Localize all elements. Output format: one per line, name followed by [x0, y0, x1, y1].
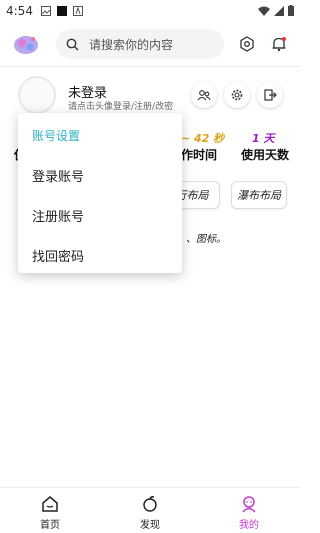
app-notification-icon: [72, 6, 83, 16]
users-icon: [197, 90, 211, 101]
gear-button[interactable]: [224, 82, 250, 108]
menu-item-recover-password[interactable]: 找回密码: [32, 246, 84, 265]
nav-mine[interactable]: 我的: [219, 494, 279, 531]
waterfall-layout-button[interactable]: 瀑布布局: [231, 181, 287, 209]
nav-home[interactable]: 首页: [20, 494, 80, 531]
description-text: 、图标。: [186, 234, 226, 245]
stat-label-operation-time: 作时间: [181, 148, 218, 162]
gallery-icon: [40, 6, 51, 16]
status-bar: 4:54: [0, 0, 300, 22]
search-icon: [66, 38, 79, 50]
logout-button[interactable]: [257, 82, 283, 108]
profile-icon: [242, 496, 256, 513]
gear-icon: [231, 89, 243, 101]
stat-value-text: 42 秒: [194, 132, 225, 145]
bottom-nav: 首页 发现 我的: [0, 487, 300, 533]
notification-button[interactable]: [269, 34, 289, 54]
top-bar: 请搜索你的内容: [0, 26, 300, 62]
nav-home-label: 首页: [40, 520, 60, 531]
account-settings-menu: 账号设置 登录账号 注册账号 找回密码: [18, 113, 182, 273]
stat-value-operation-time: ~ 42 秒: [181, 132, 225, 145]
square-notification-icon: [56, 6, 67, 16]
nav-mine-label: 我的: [239, 520, 259, 531]
avatar[interactable]: [18, 76, 56, 114]
app-logo-icon[interactable]: [12, 30, 40, 58]
login-hint: 请点击头像登录/注册/改密: [68, 102, 174, 112]
header-divider: [0, 66, 300, 67]
settings-button[interactable]: [237, 34, 257, 54]
hexagon-settings-icon: [240, 36, 254, 52]
home-icon: [42, 496, 58, 512]
stat-value-usage-days: 1 天: [252, 132, 275, 145]
stat-label-usage-days: 使用天数: [241, 148, 290, 162]
status-time: 4:54: [6, 4, 33, 18]
nav-discover-label: 发现: [140, 520, 160, 531]
friends-button[interactable]: [191, 82, 217, 108]
menu-item-register[interactable]: 注册账号: [32, 206, 84, 225]
search-placeholder: 请搜索你的内容: [89, 37, 174, 52]
wifi-icon: [258, 6, 270, 16]
bell-icon: [272, 37, 286, 52]
discover-icon: [143, 496, 157, 512]
menu-item-login[interactable]: 登录账号: [32, 166, 84, 185]
logout-icon: [264, 89, 277, 101]
nav-discover[interactable]: 发现: [120, 494, 180, 531]
signal-icon: [274, 5, 284, 16]
search-input[interactable]: 请搜索你的内容: [56, 29, 224, 59]
menu-title: 账号设置: [32, 129, 81, 143]
battery-icon: [288, 5, 294, 16]
